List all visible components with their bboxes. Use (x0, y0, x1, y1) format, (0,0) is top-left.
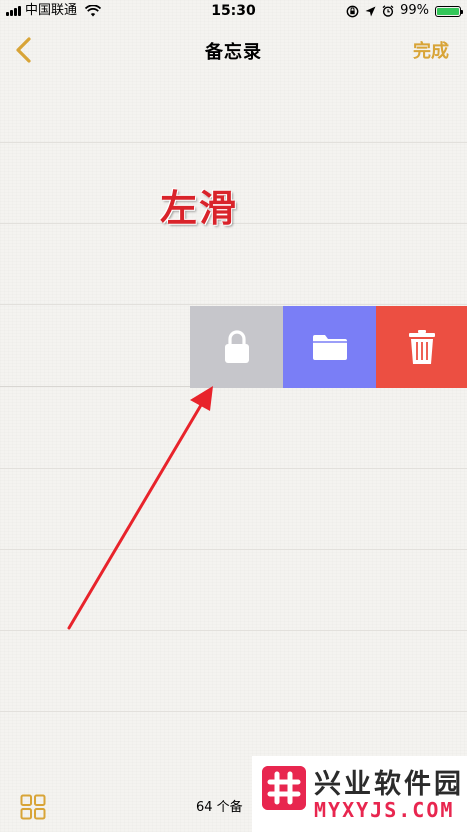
note-row[interactable] (0, 631, 467, 712)
gallery-view-icon[interactable] (20, 794, 46, 820)
location-icon (365, 6, 376, 16)
lock-note-button[interactable] (190, 306, 283, 388)
watermark: 兴业软件园 MYXYJS.COM (252, 756, 467, 832)
note-row[interactable] (0, 224, 467, 305)
annotation-label: 左滑 (160, 186, 238, 230)
battery-level (437, 7, 459, 15)
note-row[interactable] (0, 550, 467, 631)
note-row[interactable] (0, 62, 467, 143)
watermark-logo-icon (262, 766, 306, 810)
alarm-icon (382, 5, 394, 17)
watermark-title: 兴业软件园 (314, 769, 464, 800)
watermark-url: MYXYJS.COM (314, 798, 455, 822)
lock-icon (224, 330, 249, 363)
swipe-actions (190, 306, 467, 388)
note-row[interactable] (0, 469, 467, 550)
trash-icon (408, 330, 435, 364)
move-note-button[interactable] (283, 306, 376, 388)
rotation-lock-icon (346, 5, 359, 17)
delete-note-button[interactable] (376, 306, 467, 388)
note-row[interactable] (0, 388, 467, 469)
folder-icon (312, 335, 347, 360)
battery-percent: 99% (400, 3, 429, 18)
page-title: 备忘录 (205, 42, 262, 63)
status-bar-right: 99% (346, 0, 463, 22)
note-count: 64 个备 (196, 800, 243, 815)
battery-icon (435, 5, 463, 17)
done-button[interactable]: 完成 (413, 37, 449, 63)
status-bar: 中国联通 15:30 99% (0, 0, 467, 22)
